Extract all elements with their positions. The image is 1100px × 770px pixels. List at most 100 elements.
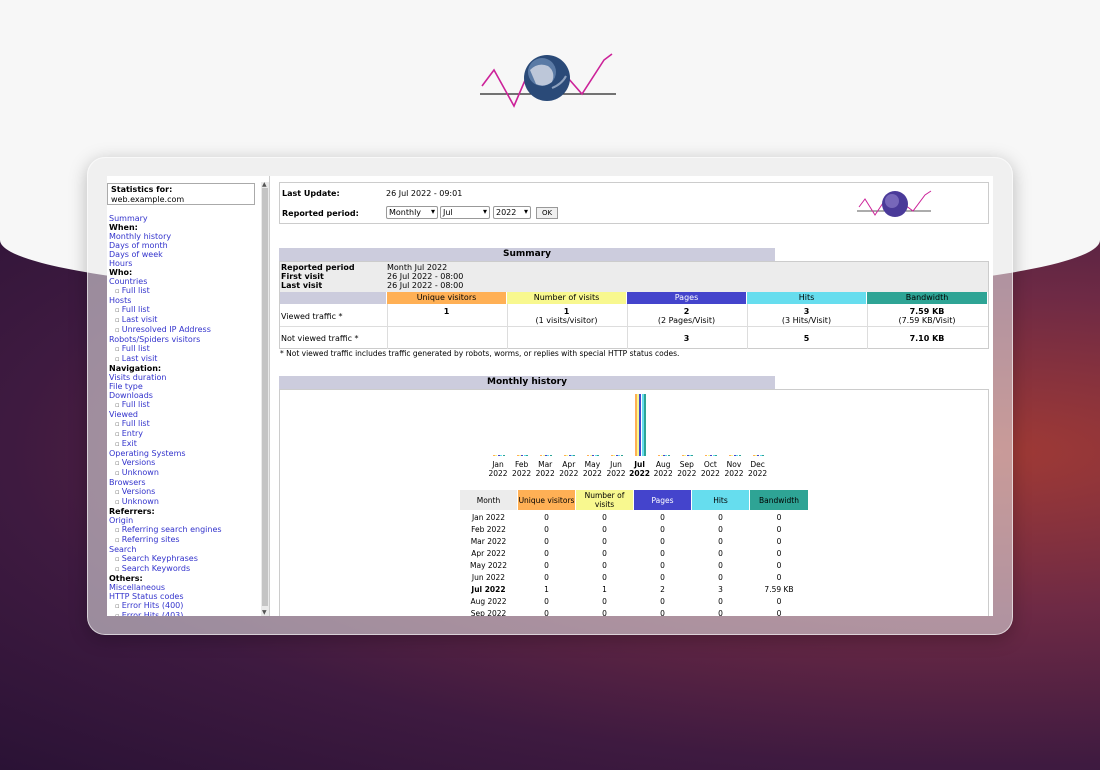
month-axis-label: Jan2022 (486, 460, 510, 478)
bar-mar-2022-series-4 (550, 455, 552, 456)
ok-button[interactable]: OK (536, 207, 558, 219)
sidebar: Statistics for: web.example.com SummaryW… (107, 176, 270, 616)
awstats-globe-logo-small (855, 187, 933, 221)
value-cell: 0 (692, 597, 749, 606)
summary-col-divider (387, 304, 388, 349)
menu-link-search[interactable]: Search (109, 545, 259, 554)
scrollbar-thumb[interactable] (262, 188, 268, 606)
menu-link-summary[interactable]: Summary (109, 214, 259, 223)
value-cell: 0 (518, 537, 575, 546)
menu-link-full-list[interactable]: Full list (109, 344, 259, 354)
menu-link-last-visit[interactable]: Last visit (109, 354, 259, 364)
month-axis-label: Nov2022 (722, 460, 746, 478)
menu-link-search-keywords[interactable]: Search Keywords (109, 564, 259, 574)
menu-link-last-visit[interactable]: Last visit (109, 315, 259, 325)
menu-link-versions[interactable]: Versions (109, 458, 259, 468)
value-cell: 0 (576, 609, 633, 616)
year-select[interactable]: 2022 (493, 206, 531, 219)
menu-link-hosts[interactable]: Hosts (109, 296, 259, 305)
menu-link-browsers[interactable]: Browsers (109, 478, 259, 487)
summary-period-block: Reported period Month Jul 2022 First vis… (280, 262, 988, 292)
scroll-up-icon[interactable]: ▲ (262, 181, 267, 188)
menu-link-hours[interactable]: Hours (109, 259, 259, 268)
first-visit-label: First visit (281, 272, 324, 281)
value-cell: 0 (576, 537, 633, 546)
menu-link-viewed[interactable]: Viewed (109, 410, 259, 419)
site-name: web.example.com (111, 195, 184, 204)
menu-heading: Navigation: (109, 364, 259, 373)
monthly-col-header: Unique visitors (518, 490, 575, 510)
menu-link-days-of-week[interactable]: Days of week (109, 250, 259, 259)
value-cell: 0 (750, 525, 808, 534)
menu-link-unknown[interactable]: Unknown (109, 497, 259, 507)
awstats-globe-logo (478, 48, 618, 110)
menu-link-error-hits-403-[interactable]: Error Hits (403) (109, 611, 259, 616)
month-axis-year: 2022 (654, 469, 673, 478)
month-axis-label: Jul2022 (628, 460, 652, 478)
menu-link-full-list[interactable]: Full list (109, 400, 259, 410)
month-axis-label: Apr2022 (557, 460, 581, 478)
menu-link-entry[interactable]: Entry (109, 429, 259, 439)
menu-link-operating-systems[interactable]: Operating Systems (109, 449, 259, 458)
viewed-subvalue: (7.59 KB/Visit) (867, 316, 987, 325)
value-cell: 0 (692, 513, 749, 522)
menu-link-visits-duration[interactable]: Visits duration (109, 373, 259, 382)
value-cell: 0 (576, 525, 633, 534)
menu-link-exit[interactable]: Exit (109, 439, 259, 449)
value-cell: 0 (750, 513, 808, 522)
month-axis-name: Jul (634, 460, 645, 469)
value-cell: 0 (692, 537, 749, 546)
summary-col-divider (627, 304, 628, 349)
month-cell: Sep 2022 (460, 609, 517, 616)
menu-link-monthly-history[interactable]: Monthly history (109, 232, 259, 241)
value-cell: 0 (518, 525, 575, 534)
table-row: Feb 202200000 (280, 525, 990, 537)
menu-link-file-type[interactable]: File type (109, 382, 259, 391)
bar-jul-2022-series-4 (644, 394, 646, 456)
month-select[interactable]: Jul (440, 206, 490, 219)
scroll-down-icon[interactable]: ▼ (262, 609, 267, 616)
stats-for-box: Statistics for: web.example.com (107, 183, 255, 205)
menu-link-full-list[interactable]: Full list (109, 286, 259, 296)
menu-link-full-list[interactable]: Full list (109, 419, 259, 429)
menu-link-days-of-month[interactable]: Days of month (109, 241, 259, 250)
value-cell: 0 (634, 513, 691, 522)
menu-link-versions[interactable]: Versions (109, 487, 259, 497)
bar-nov-2022-series-4 (739, 455, 741, 456)
sidebar-scrollbar[interactable]: ▲ ▼ (261, 182, 269, 616)
month-axis-name: Dec (750, 460, 765, 469)
month-axis-name: May (585, 460, 601, 469)
menu-link-miscellaneous[interactable]: Miscellaneous (109, 583, 259, 592)
menu-link-downloads[interactable]: Downloads (109, 391, 259, 400)
value-cell: 0 (750, 537, 808, 546)
summary-col-divider (507, 304, 508, 349)
month-axis-year: 2022 (629, 469, 650, 478)
summary-col-header: Bandwidth (867, 292, 987, 304)
menu-link-referring-sites[interactable]: Referring sites (109, 535, 259, 545)
month-axis-label: Aug2022 (651, 460, 675, 478)
value-cell: 0 (692, 549, 749, 558)
value-cell: 3 (692, 585, 749, 594)
menu-link-origin[interactable]: Origin (109, 516, 259, 525)
value-cell: 1 (576, 585, 633, 594)
not-viewed-traffic-label: Not viewed traffic * (281, 334, 359, 343)
menu-link-search-keyphrases[interactable]: Search Keyphrases (109, 554, 259, 564)
menu-link-http-status-codes[interactable]: HTTP Status codes (109, 592, 259, 601)
menu-link-full-list[interactable]: Full list (109, 305, 259, 315)
value-cell: 0 (692, 561, 749, 570)
menu-link-unresolved-ip-address[interactable]: Unresolved IP Address (109, 325, 259, 335)
viewed-subvalue: (1 visits/visitor) (507, 316, 626, 325)
monthly-bar-chart (492, 392, 782, 456)
menu-link-referring-search-engines[interactable]: Referring search engines (109, 525, 259, 535)
month-cell: Jan 2022 (460, 513, 517, 522)
period-type-select[interactable]: Monthly (386, 206, 438, 219)
not-viewed-value: 7.10 KB (867, 334, 987, 343)
month-axis-name: Feb (515, 460, 528, 469)
menu-link-error-hits-400-[interactable]: Error Hits (400) (109, 601, 259, 611)
menu-link-unknown[interactable]: Unknown (109, 468, 259, 478)
menu-link-robots-spiders-visitors[interactable]: Robots/Spiders visitors (109, 335, 259, 344)
month-axis-year: 2022 (701, 469, 720, 478)
menu-link-countries[interactable]: Countries (109, 277, 259, 286)
summary-col-header: Unique visitors (387, 292, 506, 304)
main-content: Last Update: 26 Jul 2022 - 09:01 Reporte… (279, 176, 993, 616)
